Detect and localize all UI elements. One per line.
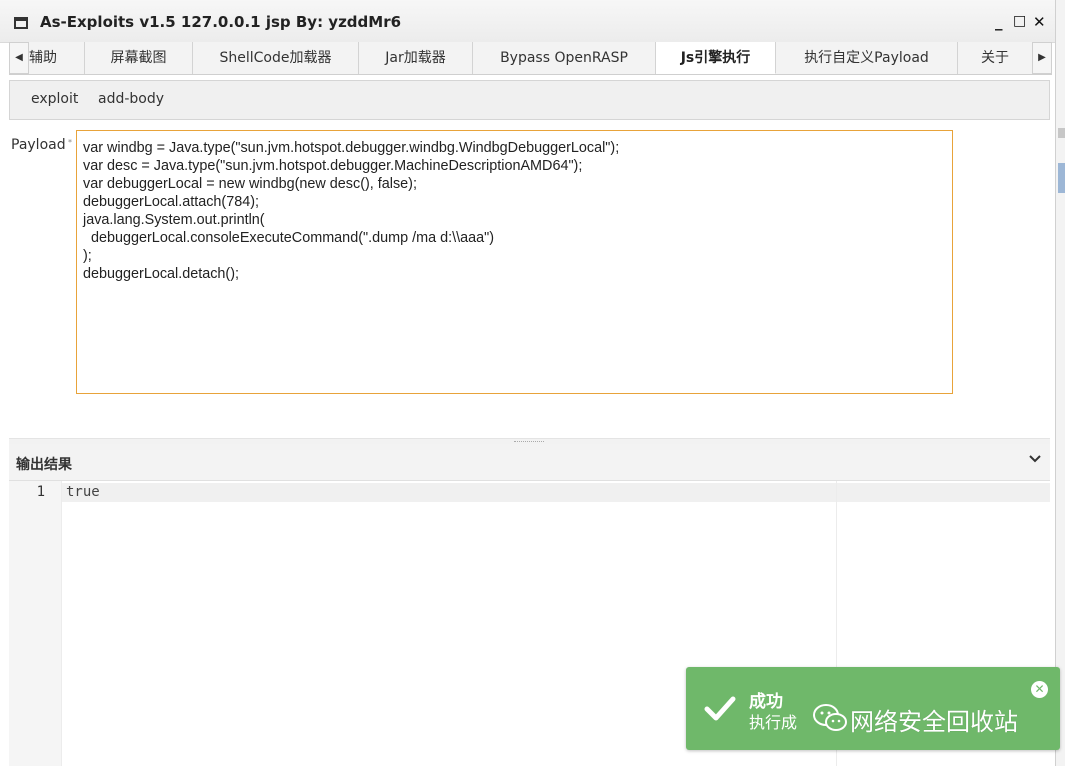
payload-editor[interactable]: var windbg = Java.type("sun.jvm.hotspot.… xyxy=(76,130,953,394)
line-number: 1 xyxy=(36,484,45,500)
exploit-button[interactable]: exploit xyxy=(31,91,78,107)
output-title: 输出结果 xyxy=(16,457,72,473)
edge-mark xyxy=(1058,163,1065,193)
background-window-edge xyxy=(1056,0,1065,766)
tab-jar-loader[interactable]: Jar加载器 xyxy=(359,42,473,74)
payload-label: Payload xyxy=(11,137,66,153)
payload-line: debuggerLocal.attach(784); xyxy=(83,194,260,210)
active-line-highlight xyxy=(9,483,1050,502)
payload-line: var debuggerLocal = new windbg(new desc(… xyxy=(83,176,417,192)
required-mark: * xyxy=(68,138,72,147)
maximize-button[interactable]: □ xyxy=(1013,13,1026,29)
tab-scroll-right-button[interactable]: ▶ xyxy=(1032,42,1052,74)
watermark-text: 网络安全回收站 xyxy=(850,708,1018,736)
app-window: As-Exploits v1.5 127.0.0.1 jsp By: yzddM… xyxy=(0,0,1056,766)
window-icon xyxy=(14,17,28,29)
payload-line: ); xyxy=(83,248,92,264)
payload-line: var desc = Java.type("sun.jvm.hotspot.de… xyxy=(83,158,583,174)
tab-about[interactable]: 关于 xyxy=(958,42,1033,74)
line-gutter xyxy=(9,481,62,766)
window-title: As-Exploits v1.5 127.0.0.1 jsp By: yzddM… xyxy=(40,13,402,31)
tab-scroll-left-button[interactable]: ◀ xyxy=(9,42,29,74)
tab-assist[interactable]: 辅助 xyxy=(29,42,85,74)
chevron-down-icon[interactable] xyxy=(1028,452,1042,466)
output-header[interactable]: 输出结果 xyxy=(9,444,1050,481)
tab-bypass-openrasp[interactable]: Bypass OpenRASP xyxy=(473,42,656,74)
payload-line: debuggerLocal.consoleExecuteCommand(".du… xyxy=(83,230,494,246)
title-bar: As-Exploits v1.5 127.0.0.1 jsp By: yzddM… xyxy=(0,0,1055,43)
tab-js-engine[interactable]: Js引擎执行 xyxy=(656,42,776,74)
chevron-left-icon: ◀ xyxy=(15,52,23,63)
payload-line: java.lang.System.out.println( xyxy=(83,212,265,228)
tab-shellcode-loader[interactable]: ShellCode加载器 xyxy=(193,42,359,74)
tab-custom-payload[interactable]: 执行自定义Payload xyxy=(776,42,958,74)
toolbar: exploit add-body xyxy=(9,80,1050,120)
output-text: true xyxy=(66,484,100,500)
payload-line: var windbg = Java.type("sun.jvm.hotspot.… xyxy=(83,140,620,156)
splitter-grip xyxy=(514,441,544,442)
chevron-right-icon: ▶ xyxy=(1038,52,1046,63)
tab-bar: ◀ 辅助 屏幕截图 ShellCode加载器 Jar加载器 Bypass Ope… xyxy=(9,42,1052,75)
payload-line: debuggerLocal.detach(); xyxy=(83,266,240,282)
add-body-button[interactable]: add-body xyxy=(98,91,164,107)
minimize-button[interactable]: _ xyxy=(995,13,1003,31)
edge-mark xyxy=(1058,128,1065,138)
wechat-icon xyxy=(813,704,847,731)
toast-close-button[interactable]: ✕ xyxy=(1031,681,1048,698)
check-icon xyxy=(704,696,736,721)
tab-screenshot[interactable]: 屏幕截图 xyxy=(85,42,193,74)
toast-message: 执行成 xyxy=(749,713,798,732)
close-button[interactable]: ✕ xyxy=(1033,13,1046,31)
